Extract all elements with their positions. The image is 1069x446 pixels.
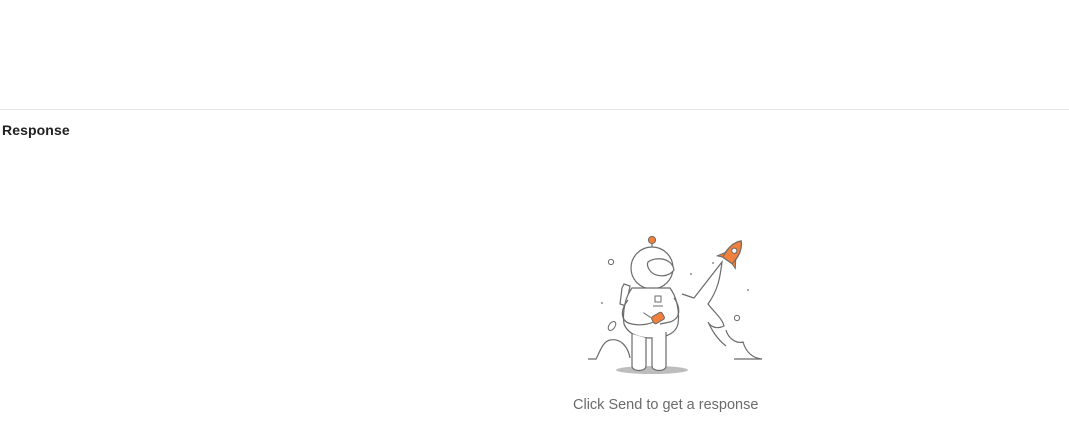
arm-line <box>681 293 695 299</box>
star-dot <box>601 302 603 304</box>
astronaut-rocket-illustration <box>588 235 763 374</box>
bubble <box>733 314 741 322</box>
bubble <box>607 258 615 266</box>
bubble <box>607 321 617 331</box>
panel-divider[interactable] <box>0 109 1069 110</box>
astronaut-left-leg <box>631 334 647 372</box>
response-title: Response <box>2 122 70 138</box>
rocket-trail <box>693 259 727 347</box>
empty-response-message: Click Send to get a response <box>573 397 759 413</box>
star-dot <box>747 289 749 291</box>
antenna-ball <box>647 235 657 245</box>
request-area <box>0 0 1069 109</box>
chest-panel <box>654 295 662 303</box>
star-dot <box>690 273 692 275</box>
astronaut-right-leg <box>651 332 667 372</box>
response-panel-page: Response Click Send to get a response <box>0 0 1069 446</box>
ground-line-left <box>588 339 631 360</box>
star-dot <box>712 262 714 264</box>
ground-line-right <box>725 329 763 360</box>
astronaut-body <box>622 287 680 339</box>
